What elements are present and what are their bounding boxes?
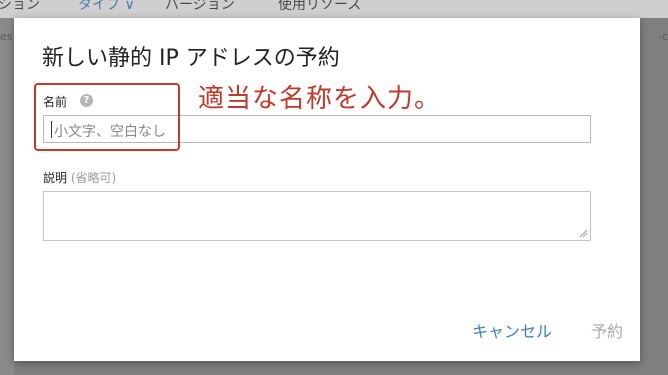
description-textarea[interactable] bbox=[43, 191, 591, 241]
dialog-title: 新しい静的 IP アドレスの予約 bbox=[42, 46, 340, 71]
bg-tab-type: タイプ ∨ bbox=[78, 0, 135, 13]
annotation-text: 適当な名称を入力。 bbox=[198, 84, 442, 114]
background-header: ション タイプ ∨ バージョン 使用リソース bbox=[0, 0, 668, 18]
reserve-static-ip-dialog: 新しい静的 IP アドレスの予約 名前 ? 小文字、空白なし 説明 (省略可) … bbox=[14, 18, 640, 361]
bg-tab-1: ション bbox=[0, 0, 40, 13]
cancel-button[interactable]: キャンセル bbox=[472, 318, 552, 342]
bg-tab-resources: 使用リソース bbox=[278, 0, 362, 13]
annotation-highlight-box bbox=[34, 83, 180, 151]
reserve-button[interactable]: 予約 bbox=[591, 318, 623, 342]
bg-left-fragment: es bbox=[0, 30, 13, 43]
resize-handle-icon[interactable] bbox=[579, 229, 588, 238]
description-label-text: 説明 bbox=[43, 171, 68, 185]
background-left-strip bbox=[0, 18, 14, 375]
description-label: 説明 (省略可) bbox=[43, 169, 116, 186]
optional-note: (省略可) bbox=[70, 171, 117, 185]
bg-tab-version: バージョン bbox=[165, 0, 235, 13]
bg-right-fragment: -c bbox=[657, 30, 668, 43]
